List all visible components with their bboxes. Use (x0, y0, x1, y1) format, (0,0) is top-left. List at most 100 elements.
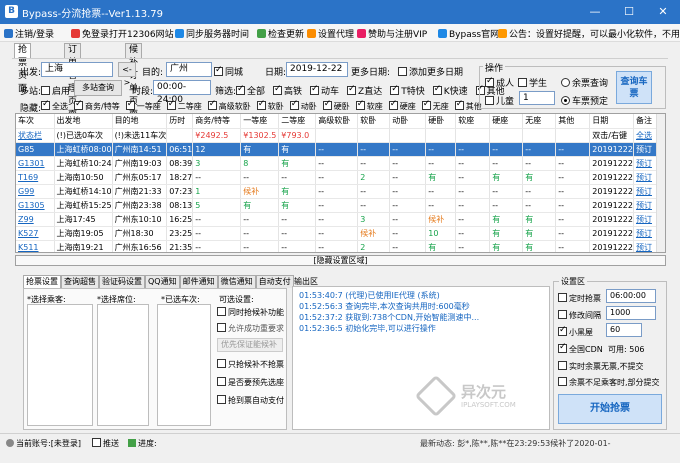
interval-input[interactable]: 1000 (606, 306, 656, 320)
student-checkbox[interactable]: 学生 (518, 76, 547, 89)
hide-hsoft[interactable]: 高级软卧 (207, 99, 251, 111)
menu-sync-time[interactable]: 同步服务器时间 (175, 27, 249, 40)
same-city-checkbox[interactable]: 同城 (214, 65, 243, 78)
date-label: 日期: (265, 68, 287, 78)
partial-label: 余票不足乘客时,部分提交 (569, 378, 660, 387)
table-cell: -- (455, 226, 491, 241)
minimize-button[interactable]: — (578, 0, 612, 24)
tab-grab[interactable]: 抢票页面 (14, 43, 32, 94)
multi-query-button[interactable]: 多站查询 (74, 80, 122, 96)
menu-proxy[interactable]: 设置代理 (307, 27, 354, 40)
quantity-stepper[interactable]: 1 (519, 91, 555, 105)
menu-website[interactable]: Bypass官网 (438, 27, 499, 40)
close-button[interactable]: ✕ (646, 0, 680, 24)
hide-business[interactable]: 商务/特等 (74, 99, 120, 111)
subtab-wechat[interactable]: 微信通知 (217, 275, 256, 288)
table-scrollbar[interactable] (656, 114, 665, 252)
watermark-text: 异次元 (461, 383, 507, 401)
no-submit-label: 实时余票无票,不提交 (569, 362, 644, 371)
period-select[interactable]: 00:00-24:00 (153, 80, 211, 105)
filter-all[interactable]: 全部 (236, 84, 265, 97)
swap-button[interactable]: <-> (118, 62, 136, 87)
subtab-oversell[interactable]: 查询超售 (61, 275, 99, 288)
opt-autopay[interactable]: 抢到票自动支付 (217, 395, 284, 406)
table-cell: -- (389, 198, 427, 213)
tab-waitlist[interactable]: 候补订单页面 (125, 43, 143, 120)
timer-input[interactable]: 06:00:00 (606, 289, 656, 303)
menu-login[interactable]: 注销/登录 (4, 27, 54, 40)
hide-noseat[interactable]: 无座 (421, 99, 449, 111)
cdn-checkbox[interactable]: 全国CDN (558, 342, 603, 355)
book-radio[interactable]: 车票预定 (561, 94, 608, 107)
xiaoheiwu-input[interactable]: 60 (606, 323, 642, 337)
menu-notice[interactable]: 公告：设置好提醒，可以最小化软件，不用盯着！ (498, 27, 680, 40)
xiaoheiwu-checkbox[interactable]: 小黑屋 (558, 325, 593, 338)
interval-checkbox[interactable]: 修改间隔 (558, 310, 601, 321)
subtab-captcha[interactable]: 验证码设置 (99, 275, 145, 288)
hidden-settings-toggle[interactable]: [隐藏设置区域] (15, 255, 666, 266)
hide-hardseat[interactable]: 硬座 (388, 99, 416, 111)
maximize-button[interactable]: ☐ (612, 0, 646, 24)
date-input[interactable]: 2019-12-22 (286, 62, 348, 77)
partial-checkbox[interactable]: 余票不足乘客时,部分提交 (558, 377, 660, 388)
menu-open-12306[interactable]: 免登录打开12306网站 (71, 27, 174, 40)
filter-z[interactable]: Z直达 (347, 84, 382, 97)
table-row[interactable]: T169 上海南10:50 广州东05:17 18:27 -- -- -- -- 2 -- 有 -- 有… (16, 170, 657, 185)
no-submit-checkbox[interactable]: 实时余票无票,不提交 (558, 361, 644, 372)
subtab-email[interactable]: 邮件通知 (179, 275, 218, 288)
filter-gaotie[interactable]: 高铁 (273, 84, 302, 97)
student-label: 学生 (529, 79, 548, 89)
seat-list[interactable] (97, 304, 149, 426)
passenger-list[interactable] (27, 304, 93, 426)
query-tickets-button[interactable]: 查询车票 (616, 71, 652, 104)
selected-trains-list[interactable] (157, 304, 211, 426)
opt-waitlist[interactable]: 同时抢候补功能 (217, 307, 284, 318)
checkbox-box (256, 99, 266, 110)
table-row[interactable]: K527 上海南19:05 广州18:30 23:25 -- -- -- -- 候补 -- 10 --… (16, 226, 657, 241)
timer-checkbox[interactable]: 定时抢票 (558, 293, 601, 304)
subtab-grab-settings[interactable]: 抢票设置 (23, 275, 61, 288)
account-status: 当前账号:[未登录] (6, 438, 81, 449)
menu-check-update[interactable]: 检查更新 (257, 27, 304, 40)
table-cell: -- (489, 198, 524, 213)
filter-label-text: 动车 (321, 87, 340, 97)
subtab-autopay[interactable]: 自动支付 (255, 275, 294, 288)
to-input[interactable]: 广州 (166, 62, 212, 77)
hide-hard[interactable]: 硬卧 (322, 99, 350, 111)
filter-k[interactable]: K快速 (432, 84, 468, 97)
hide-dongwo[interactable]: 动卧 (289, 99, 317, 111)
table-row[interactable]: K511 上海南19:21 广州东16:56 21:35 -- -- -- -- 2 -- 有 -- 有… (16, 240, 657, 252)
tab-orders[interactable]: 订单管理页面 (64, 43, 82, 120)
remaining-radio[interactable]: 余票查询 (561, 76, 608, 89)
child-checkbox[interactable]: 儿童 (485, 94, 514, 107)
table-row[interactable]: G99 上海虹桥14:10 广州南21:33 07:23 1 候补有 -- -- -- -- -- -… (16, 184, 657, 199)
checkbox-box (273, 84, 283, 95)
table-header-row[interactable]: 车次 出发地 目的地 历时 商务/特等 一等座 二等座 高级软卧 软卧 动卧 硬卧 软座 硬座 无座 其他日… (16, 114, 657, 129)
table-row[interactable]: G1305 上海虹桥15:25 广州南23:38 08:13 5 有有 -- -- -- -- --… (16, 198, 657, 213)
start-grab-button[interactable]: 开始抢票 (558, 394, 662, 424)
checkbox-box (289, 99, 299, 110)
enable-multi-checkbox[interactable]: 启用 (41, 84, 70, 97)
adult-checkbox[interactable]: 成人 (485, 76, 514, 89)
add-more-dates-checkbox[interactable]: 添加更多日期 (398, 65, 463, 78)
hide-soft[interactable]: 软卧 (256, 99, 284, 111)
table-status-row[interactable]: 状态栏 (!)已选0车次 (!)未选11车次 ¥2492.5 ¥1302.5 ¥793.0… (16, 128, 657, 143)
hide-softseat[interactable]: 软座 (355, 99, 383, 111)
opt-resubmit[interactable]: 允许成功重要求 (217, 323, 284, 334)
filter-dongche[interactable]: 动车 (310, 84, 340, 97)
from-input[interactable]: 上海 (41, 62, 113, 77)
filter-t[interactable]: T特快 (390, 84, 425, 97)
hide-second[interactable]: 二等座 (166, 99, 202, 111)
table-row[interactable]: G85 上海虹桥08:00 广州南14:51 06:51 12 有有 -- -- -- -- -- -… (16, 142, 657, 157)
table-row[interactable]: Z99 上海17:45 广州东10:10 16:25 -- -- -- -- 3 -- 候补 -- 有有… (16, 212, 657, 227)
hide-other[interactable]: 其他 (454, 99, 482, 111)
table-row[interactable]: G1301 上海虹桥10:24 广州南19:03 08:39 3 8 有 -- -- -- -- --… (16, 156, 657, 171)
push-checkbox[interactable]: 推送 (92, 438, 119, 449)
hide-select-all[interactable]: 全选 (41, 99, 68, 111)
menu-sponsor[interactable]: 赞助与注册VIP (357, 27, 427, 40)
hide-first[interactable]: 一等座 (125, 99, 161, 111)
subtab-qq[interactable]: QQ通知 (145, 275, 180, 288)
opt-waitlist-only[interactable]: 只抢候补不抢票 (217, 359, 284, 370)
opt-preselect-seat[interactable]: 是否要预先选座 (217, 377, 284, 388)
priority-select[interactable]: 优先保证能候补 (217, 338, 283, 352)
